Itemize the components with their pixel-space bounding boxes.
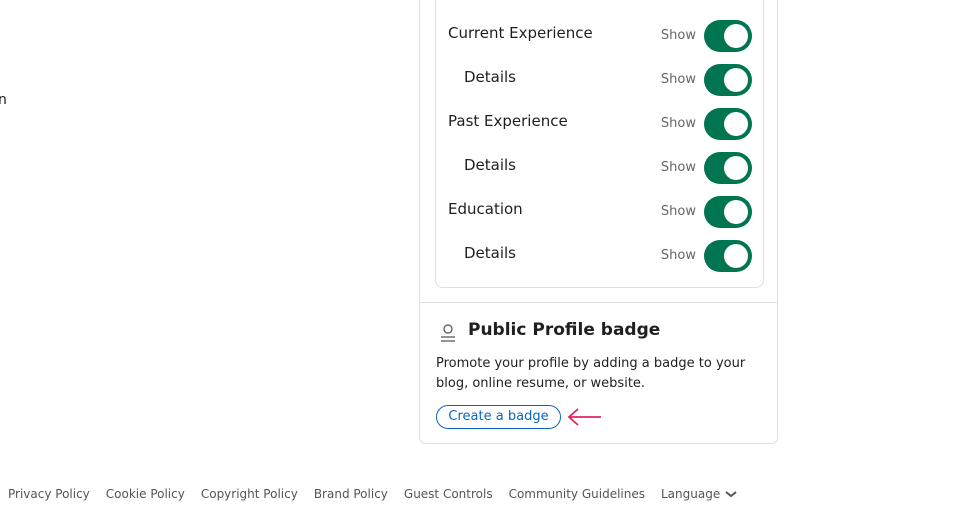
- badge-title: Public Profile badge: [468, 320, 661, 340]
- footer-links: Privacy Policy Cookie Policy Copyright P…: [8, 487, 738, 501]
- visibility-row-education: Education Show: [448, 196, 752, 228]
- row-status: Show: [660, 160, 696, 175]
- toggle-knob: [724, 24, 748, 48]
- toggle-knob: [724, 200, 748, 224]
- language-label: Language: [661, 487, 721, 501]
- language-selector[interactable]: Language: [661, 487, 738, 501]
- row-label: Current Experience: [448, 24, 593, 42]
- toggle-knob: [724, 156, 748, 180]
- create-badge-button[interactable]: Create a badge: [436, 405, 561, 429]
- visibility-row-education-details: Details Show: [448, 240, 752, 272]
- row-label: Education: [448, 200, 523, 218]
- visibility-row-current-experience: Current Experience Show: [448, 20, 752, 52]
- visibility-toggle[interactable]: [704, 64, 752, 96]
- toggle-knob: [724, 112, 748, 136]
- visibility-toggle[interactable]: [704, 108, 752, 140]
- footer-link-community-guidelines[interactable]: Community Guidelines: [509, 487, 645, 501]
- row-label: Details: [464, 68, 517, 86]
- visibility-toggle[interactable]: [704, 152, 752, 184]
- visibility-row-current-experience-details: Details Show: [448, 64, 752, 96]
- row-status: Show: [660, 248, 696, 263]
- toggle-knob: [724, 244, 748, 268]
- footer-link-cookie-policy[interactable]: Cookie Policy: [106, 487, 185, 501]
- visibility-row-past-experience-details: Details Show: [448, 152, 752, 184]
- truncated-text: n: [0, 92, 7, 108]
- row-status: Show: [660, 72, 696, 87]
- chevron-down-icon: [725, 491, 737, 498]
- person-icon: [441, 324, 455, 342]
- footer-link-privacy-policy[interactable]: Privacy Policy: [8, 487, 90, 501]
- row-status: Show: [660, 116, 696, 131]
- row-label: Details: [464, 156, 517, 174]
- row-label: Details: [464, 244, 517, 262]
- row-label: Past Experience: [448, 112, 568, 130]
- footer-link-brand-policy[interactable]: Brand Policy: [314, 487, 388, 501]
- row-status: Show: [660, 204, 696, 219]
- section-divider: [420, 302, 777, 303]
- arrow-left-icon: [567, 408, 601, 426]
- visibility-toggle[interactable]: [704, 196, 752, 228]
- toggle-knob: [724, 68, 748, 92]
- footer-link-guest-controls[interactable]: Guest Controls: [404, 487, 493, 501]
- visibility-toggle[interactable]: [704, 20, 752, 52]
- badge-description: Promote your profile by adding a badge t…: [436, 356, 746, 391]
- footer-link-copyright-policy[interactable]: Copyright Policy: [201, 487, 298, 501]
- row-status: Show: [660, 28, 696, 43]
- profile-visibility-panel: Current Experience Show Details Show Pas…: [419, 0, 778, 444]
- page: n Current Experience Show Details Show P…: [0, 0, 969, 518]
- visibility-toggle[interactable]: [704, 240, 752, 272]
- visibility-row-past-experience: Past Experience Show: [448, 108, 752, 140]
